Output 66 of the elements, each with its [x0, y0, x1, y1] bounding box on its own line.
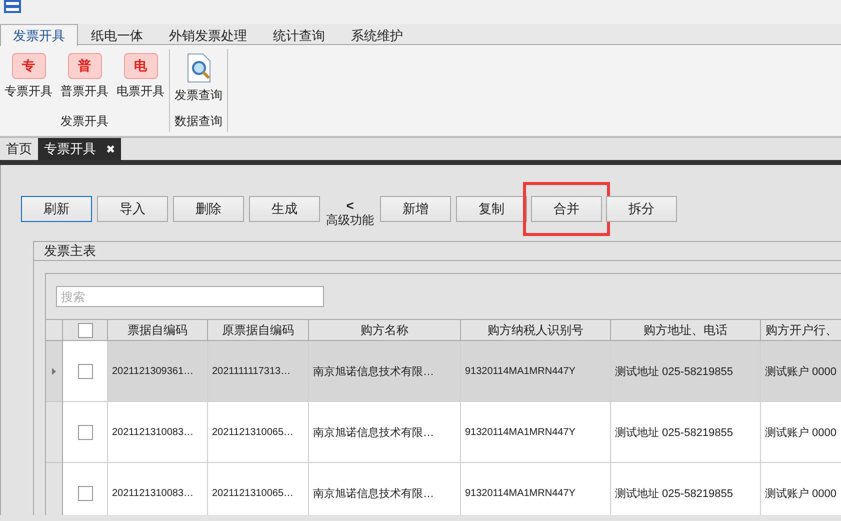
group-title: 数据查询: [174, 113, 222, 130]
row-header[interactable]: [46, 402, 63, 463]
table-cell: 测试地址 025-58219855: [611, 463, 761, 515]
ribbon-button-label: 电票开具: [116, 83, 164, 100]
ribbon-button-label: 普票开具: [60, 83, 108, 100]
ribbon-tab[interactable]: 纸电一体: [78, 24, 156, 46]
table-cell: 测试账户 0000: [761, 463, 841, 515]
toolbar-button[interactable]: 合并: [531, 196, 602, 222]
table-cell: 2021111117313…: [208, 341, 309, 402]
table-cell: 2021121310065…: [208, 463, 309, 515]
table-cell: 2021121309361…: [108, 341, 208, 402]
table-cell: 2021121310065…: [208, 402, 309, 463]
ribbon-button[interactable]: 普 普票开具: [58, 49, 111, 113]
ribbon-button-label: 发票查询: [174, 87, 222, 104]
toolbar-button[interactable]: 拆分: [606, 196, 677, 222]
table-cell: 南京旭诺信息技术有限…: [309, 341, 461, 402]
row-pointer-icon: [52, 368, 56, 374]
document-search-icon: [184, 53, 212, 83]
table-cell: 91320114MA1MRN447Y: [461, 402, 611, 463]
ribbon-button[interactable]: 专 专票开具: [2, 49, 55, 113]
ticket-icon: 专: [12, 53, 46, 79]
close-icon[interactable]: ✖: [106, 142, 115, 156]
ribbon-tab[interactable]: 外销发票处理: [156, 24, 260, 46]
row-header[interactable]: [46, 341, 63, 402]
panel-title: 发票主表: [34, 242, 841, 261]
search-field[interactable]: 搜索: [56, 286, 324, 307]
toolbar-button[interactable]: 新增: [380, 196, 451, 222]
checkbox[interactable]: [78, 424, 92, 440]
column-header[interactable]: 票据自编码: [108, 320, 208, 341]
tab-label: 首页: [6, 140, 32, 158]
toolbar-button[interactable]: 删除: [173, 196, 244, 222]
ribbon-button[interactable]: 发票查询: [172, 49, 225, 113]
column-header[interactable]: 购方地址、电话: [611, 320, 761, 341]
toolbar-button[interactable]: 刷新: [21, 196, 92, 222]
column-header[interactable]: 购方纳税人识别号: [461, 320, 611, 341]
table-cell: 南京旭诺信息技术有限…: [309, 463, 461, 515]
group-title: 发票开具: [60, 113, 108, 130]
column-header[interactable]: 购方名称: [309, 320, 461, 341]
document-tab[interactable]: 专票开具 ✖: [38, 138, 121, 160]
table-cell: 测试账户 0000: [761, 341, 841, 402]
checkbox[interactable]: [78, 486, 92, 500]
table-cell: 2021121310083…: [108, 402, 208, 463]
tab-label: 专票开具: [44, 140, 96, 158]
collapse-arrow[interactable]: <: [346, 200, 354, 212]
toolbar-button[interactable]: 导入: [97, 196, 168, 222]
table-cell: 91320114MA1MRN447Y: [461, 341, 611, 402]
app-logo-icon: [4, 0, 21, 13]
checkbox[interactable]: [78, 322, 92, 338]
table-cell: 2021121310083…: [108, 463, 208, 515]
table-cell: 南京旭诺信息技术有限…: [309, 402, 461, 463]
ribbon-tab[interactable]: 系统维护: [338, 24, 416, 46]
table-cell: 测试地址 025-58219855: [611, 402, 761, 463]
ribbon-button-label: 专票开具: [4, 83, 52, 100]
ribbon-tab[interactable]: 统计查询: [260, 24, 338, 46]
checkbox[interactable]: [78, 364, 92, 378]
table-cell: 测试账户 0000: [761, 402, 841, 463]
ticket-icon: 普: [68, 53, 102, 79]
table-cell: 91320114MA1MRN447Y: [461, 463, 611, 515]
ribbon-tab[interactable]: 发票开具: [0, 24, 78, 46]
ribbon-button[interactable]: 电 电票开具: [114, 49, 167, 113]
toolbar-button[interactable]: 复制: [456, 196, 527, 222]
column-header[interactable]: 原票据自编码: [208, 320, 309, 341]
toolbar-button[interactable]: 生成: [249, 196, 320, 222]
ticket-icon: 电: [124, 53, 158, 79]
advanced-label[interactable]: 高级功能: [326, 212, 374, 228]
table-cell: 测试地址 025-58219855: [611, 341, 761, 402]
